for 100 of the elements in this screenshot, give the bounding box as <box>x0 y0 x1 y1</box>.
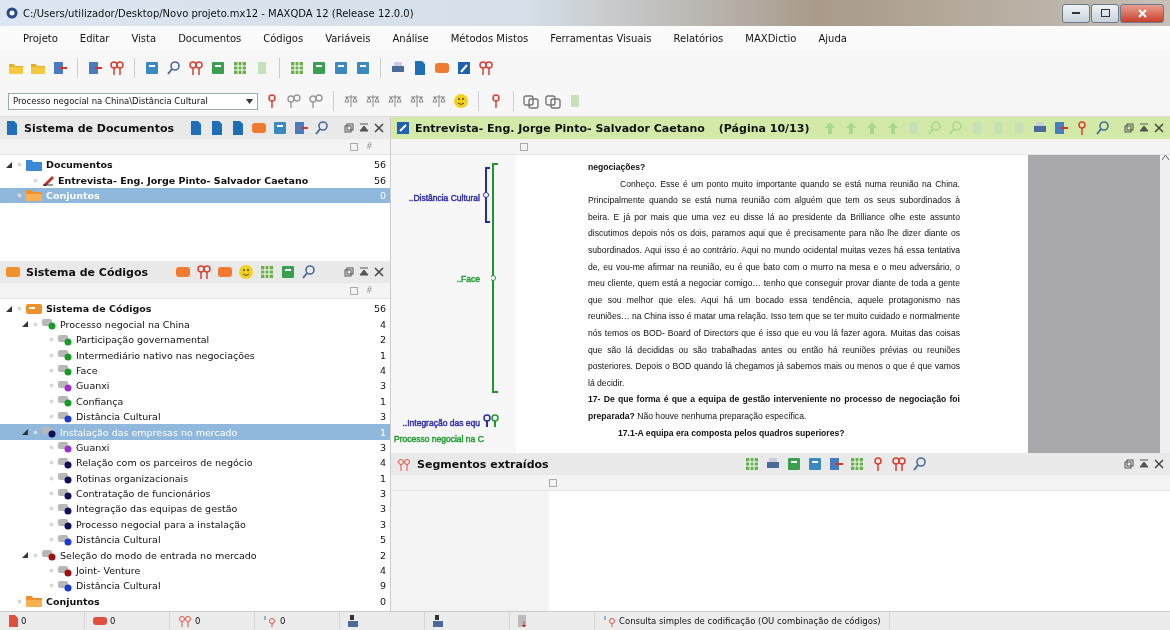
link-code-icon[interactable] <box>308 93 324 109</box>
menu-item[interactable]: Métodos Mistos <box>439 32 540 44</box>
menu-item[interactable]: Relatórios <box>662 32 735 44</box>
undock-icon[interactable] <box>344 267 354 278</box>
tree-item[interactable]: Intermediário nativo nas negociações 1 <box>0 347 390 363</box>
grid-icon[interactable] <box>311 60 327 76</box>
close-icon[interactable] <box>374 267 384 278</box>
balance-icon[interactable] <box>409 93 425 109</box>
expanded-arrow-icon[interactable] <box>6 305 12 312</box>
undock-icon[interactable] <box>1124 459 1134 469</box>
codes-icon[interactable] <box>188 60 204 76</box>
search-icon[interactable] <box>301 264 318 281</box>
export-icon[interactable] <box>52 60 68 76</box>
menu-item[interactable]: Códigos <box>252 32 315 44</box>
document-icon[interactable] <box>188 120 204 136</box>
tree-item[interactable]: Sistema de Códigos 56 <box>0 301 390 317</box>
menu-item[interactable]: Análise <box>381 32 440 44</box>
tree-item[interactable]: Joint- Venture 4 <box>0 562 390 579</box>
export-icon[interactable] <box>87 60 103 76</box>
menu-item[interactable]: Ferramentas Visuais <box>539 32 663 44</box>
tree-item[interactable]: Relação com os parceiros de negócio 4 <box>0 455 390 471</box>
menu-item[interactable]: Ajuda <box>807 32 858 44</box>
maximize-panel-icon[interactable] <box>1139 459 1149 469</box>
tree-item[interactable]: Integração das equipas de gestão 3 <box>0 501 390 517</box>
code-dropdown[interactable]: Processo negocial na China\Distância Cultural <box>8 92 258 110</box>
codes-icon[interactable] <box>196 264 213 281</box>
maximize-button[interactable] <box>1091 3 1119 23</box>
menu-item[interactable]: Documentos <box>167 32 253 44</box>
margin-code-label[interactable]: ..Integração das equ <box>402 418 480 428</box>
pencil-icon[interactable] <box>456 60 472 76</box>
list-icon[interactable] <box>355 60 371 76</box>
tree-item[interactable]: Distância Cultural 3 <box>0 408 390 425</box>
search-icon[interactable] <box>912 456 929 472</box>
tag-icon[interactable] <box>251 120 267 136</box>
tree-item[interactable]: Distância Cultural 9 <box>0 578 390 594</box>
table-icon[interactable] <box>849 456 866 472</box>
document-icon[interactable] <box>412 60 428 76</box>
link-code-icon[interactable] <box>286 93 302 109</box>
tree-item[interactable]: Documentos 56 <box>0 157 390 173</box>
close-icon[interactable] <box>1154 459 1164 469</box>
grid-icon[interactable] <box>210 60 226 76</box>
tree-item[interactable]: Rotinas organizacionais 1 <box>0 470 390 486</box>
balance-icon[interactable] <box>365 93 381 109</box>
expanded-arrow-icon[interactable] <box>22 552 28 559</box>
list-icon[interactable] <box>272 120 288 136</box>
grid-icon[interactable] <box>786 456 803 472</box>
balance-icon[interactable] <box>387 93 403 109</box>
expanded-arrow-icon[interactable] <box>22 321 28 328</box>
table-icon[interactable] <box>744 456 761 472</box>
menu-item[interactable]: Projeto <box>12 32 69 44</box>
search-icon[interactable] <box>1095 120 1112 136</box>
maximize-panel-icon[interactable] <box>359 123 369 133</box>
table-icon[interactable] <box>289 60 305 76</box>
close-icon[interactable] <box>1154 123 1164 133</box>
menu-item[interactable]: MAXDictio <box>734 32 808 44</box>
table-icon[interactable] <box>232 60 248 76</box>
balance-icon[interactable] <box>431 93 447 109</box>
tree-item[interactable]: Seleção do modo de entrada no mercado 2 <box>0 547 390 563</box>
expanded-arrow-icon[interactable] <box>22 429 28 435</box>
document-icon[interactable] <box>230 120 246 136</box>
menu-item[interactable]: Vista <box>120 32 168 44</box>
search-icon[interactable] <box>314 120 330 136</box>
document-icon[interactable] <box>209 120 225 136</box>
margin-code-label[interactable]: ..Face <box>456 274 480 284</box>
tree-item[interactable]: Guanxi 3 <box>0 439 390 456</box>
table-icon[interactable] <box>259 264 276 281</box>
tree-item[interactable]: Distância Cultural 5 <box>0 532 390 548</box>
close-icon[interactable] <box>374 123 384 133</box>
codes-icon[interactable] <box>478 60 494 76</box>
tree-item[interactable]: Confiança 1 <box>0 393 390 409</box>
smiley-icon[interactable] <box>453 93 469 109</box>
smiley-icon[interactable] <box>238 264 255 281</box>
maximize-panel-icon[interactable] <box>359 267 369 278</box>
scroll-up-icon[interactable] <box>1161 155 1169 160</box>
search-icon[interactable] <box>166 60 182 76</box>
minimize-button[interactable] <box>1062 3 1090 23</box>
codes-icon[interactable] <box>891 456 908 472</box>
tree-item[interactable]: Participação governamental 2 <box>0 331 390 348</box>
overlap-icon[interactable] <box>545 93 561 109</box>
export-icon[interactable] <box>293 120 309 136</box>
tree-item[interactable]: Conjuntos 0 <box>0 593 390 609</box>
undock-icon[interactable] <box>344 123 354 133</box>
list-icon[interactable] <box>144 60 160 76</box>
grid-icon[interactable] <box>280 264 297 281</box>
tree-item[interactable]: Processo negocial na China 4 <box>0 316 390 332</box>
overlap-icon[interactable] <box>523 93 539 109</box>
codes-icon[interactable] <box>109 60 125 76</box>
balance-icon[interactable] <box>343 93 359 109</box>
tree-item[interactable]: Processo negocial para a instalação 3 <box>0 516 390 533</box>
list-icon[interactable] <box>807 456 824 472</box>
margin-code-label[interactable]: ..Distância Cultural <box>408 193 480 203</box>
tree-item[interactable]: Contratação de funcionários 3 <box>0 485 390 502</box>
tree-item[interactable]: Entrevista- Eng. Jorge Pinto- Salvador Caetano 56 <box>0 172 390 188</box>
export-icon[interactable] <box>1053 120 1070 136</box>
export-icon[interactable] <box>828 456 845 472</box>
menu-item[interactable]: Variáveis <box>314 32 382 44</box>
undock-icon[interactable] <box>1124 123 1134 133</box>
maximize-panel-icon[interactable] <box>1139 123 1149 133</box>
list-icon[interactable] <box>333 60 349 76</box>
tree-item[interactable]: Face 4 <box>0 362 390 379</box>
